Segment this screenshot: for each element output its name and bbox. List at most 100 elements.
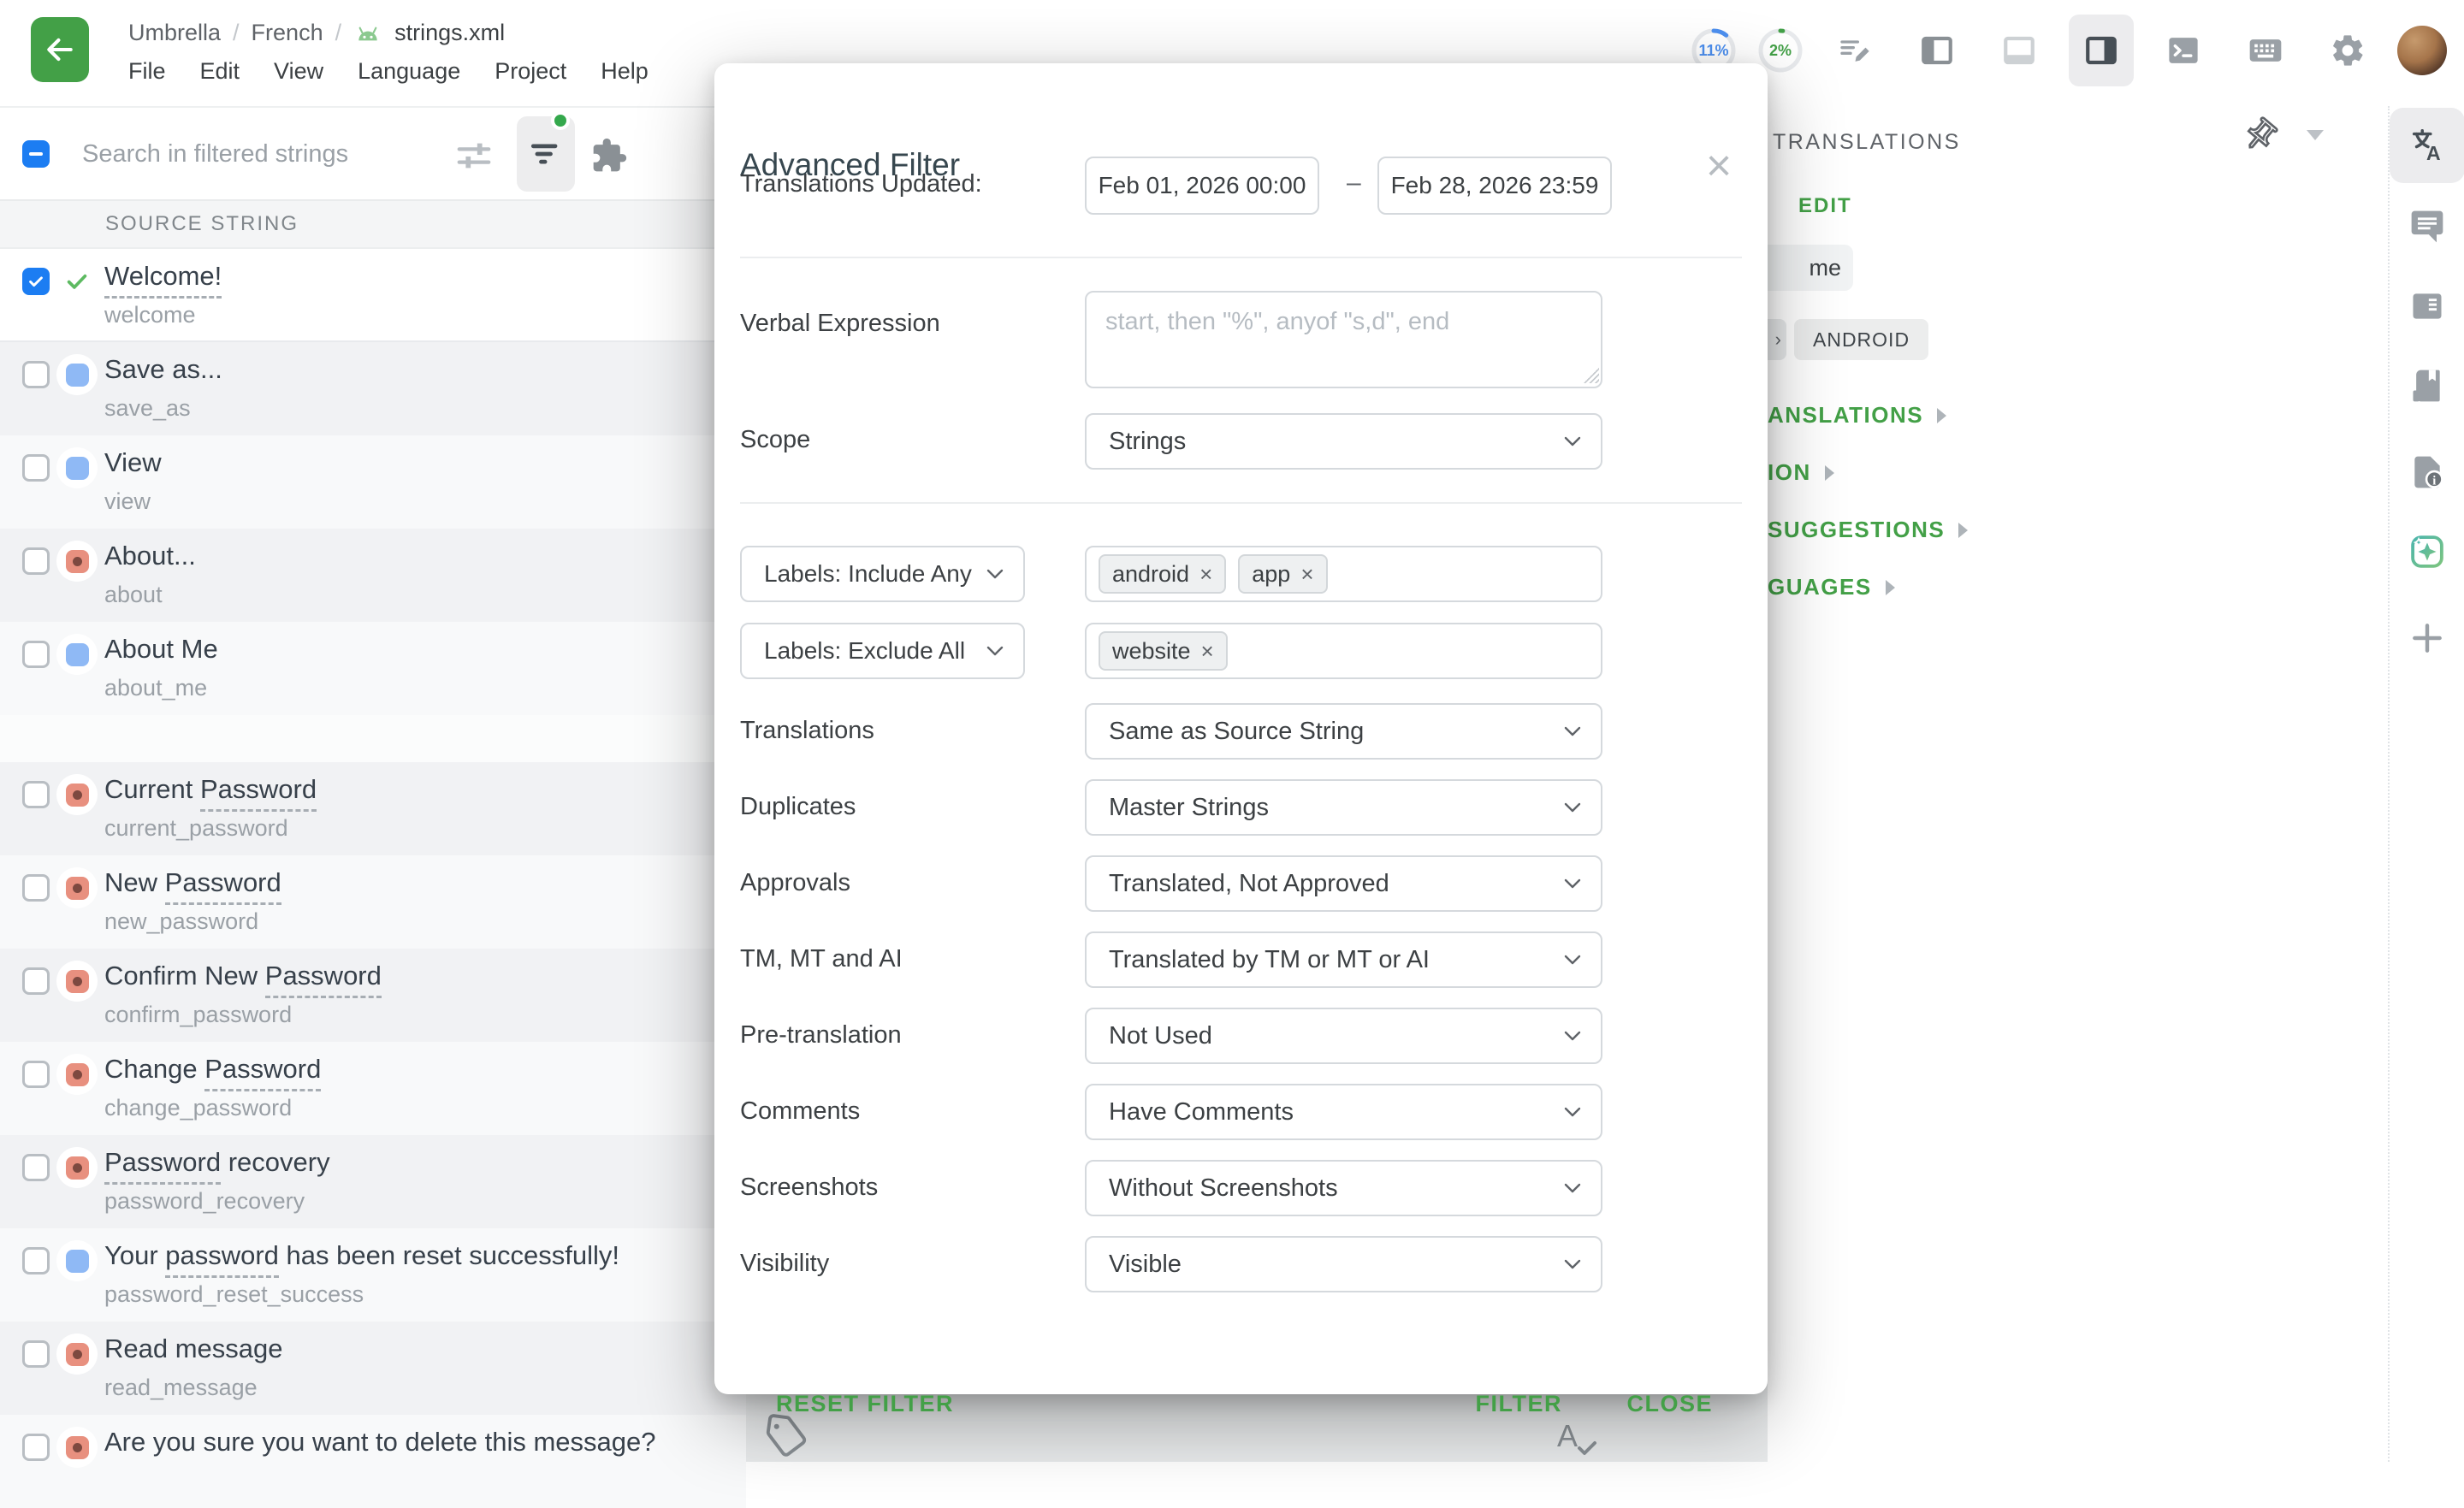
filter-select-screenshots[interactable]: Without Screenshots [1085, 1160, 1602, 1216]
layout-bottom-panel-icon[interactable] [1987, 15, 2052, 86]
journal-icon[interactable] [2390, 269, 2464, 344]
remove-tag-icon[interactable]: × [1199, 561, 1212, 588]
breadcrumb-language[interactable]: French [252, 20, 323, 46]
string-key: view [104, 488, 151, 515]
menu-item-project[interactable]: Project [495, 58, 566, 85]
list-item[interactable]: View view [0, 435, 746, 529]
row-checkbox[interactable] [22, 641, 50, 668]
remove-tag-icon[interactable]: × [1201, 638, 1214, 665]
list-item[interactable]: Read message read_message [0, 1322, 746, 1415]
panel-link-ion[interactable]: ION [1768, 444, 1968, 501]
pin-icon[interactable] [2240, 116, 2279, 156]
advanced-filter-dialog: Advanced Filter × Translations Updated: … [714, 63, 1768, 1394]
gear-icon[interactable] [2315, 15, 2380, 86]
labels-tag-field[interactable]: android×app× [1085, 546, 1602, 602]
row-checkbox[interactable] [22, 1247, 50, 1274]
menu-item-help[interactable]: Help [601, 58, 649, 85]
list-item[interactable]: Welcome! welcome [0, 249, 746, 342]
labels-mode-select[interactable]: Labels: Exclude All [740, 623, 1025, 679]
row-checkbox[interactable] [22, 268, 50, 295]
puzzle-icon[interactable] [582, 128, 637, 183]
plus-icon[interactable] [2390, 600, 2464, 676]
avatar[interactable] [2397, 26, 2447, 75]
labels-tag-field[interactable]: website× [1085, 623, 1602, 679]
keyboard-icon[interactable] [2233, 15, 2298, 86]
labels-mode-select[interactable]: Labels: Include Any [740, 546, 1025, 602]
layout-left-panel-icon[interactable] [1904, 15, 1969, 86]
verbal-expression-input[interactable] [1085, 291, 1602, 388]
filter-button[interactable]: FILTER [1476, 1391, 1562, 1417]
edit-link[interactable]: EDIT [1798, 194, 1852, 218]
ai-assist-icon[interactable] [2390, 514, 2464, 589]
select-all-checkbox[interactable] [22, 140, 50, 168]
row-checkbox[interactable] [22, 454, 50, 482]
translations-panel: TRANSLATIONS EDIT me › ANDROID ANSLATION… [1768, 0, 2388, 1462]
row-checkbox[interactable] [22, 1434, 50, 1461]
list-item[interactable]: About Me about_me [0, 622, 746, 715]
status-halo [56, 1334, 98, 1375]
row-checkbox[interactable] [22, 874, 50, 902]
terminal-icon[interactable] [2151, 15, 2216, 86]
android-icon [353, 22, 382, 43]
filter-select-tm-mt-and-ai[interactable]: Translated by TM or MT or AI [1085, 931, 1602, 988]
translate-icon[interactable]: A [2390, 108, 2464, 183]
select-value: Translated by TM or MT or AI [1109, 946, 1430, 974]
row-checkbox[interactable] [22, 361, 50, 388]
comment-icon[interactable] [2390, 189, 2464, 264]
filter-select-visibility[interactable]: Visible [1085, 1236, 1602, 1292]
list-item[interactable]: About... about [0, 529, 746, 622]
panel-link-anslations[interactable]: ANSLATIONS [1768, 387, 1968, 444]
search-input[interactable] [82, 127, 441, 181]
list-item[interactable]: New Password new_password [0, 855, 746, 949]
filter-select-translations[interactable]: Same as Source String [1085, 703, 1602, 760]
reset-filter-button[interactable]: RESET FILTER [776, 1391, 954, 1417]
glossary-book-icon[interactable] [2390, 348, 2464, 423]
list-item[interactable]: Password recovery password_recovery [0, 1135, 746, 1228]
list-item[interactable]: Save as... save_as [0, 342, 746, 435]
chevron-right-icon [1825, 465, 1834, 481]
menu-item-edit[interactable]: Edit [200, 58, 240, 85]
string-key: read_message [104, 1375, 258, 1401]
filter-select-approvals[interactable]: Translated, Not Approved [1085, 855, 1602, 912]
panel-link-guages[interactable]: GUAGES [1768, 559, 1968, 616]
close-button[interactable]: CLOSE [1626, 1391, 1713, 1417]
status-halo [56, 961, 98, 1002]
row-checkbox[interactable] [22, 781, 50, 808]
breadcrumb-project[interactable]: Umbrella [128, 20, 221, 46]
back-button[interactable] [31, 17, 89, 82]
select-value: Same as Source String [1109, 718, 1364, 746]
menu-item-file[interactable]: File [128, 58, 166, 85]
list-item[interactable]: Current Password current_password [0, 762, 746, 855]
status-halo [56, 447, 98, 488]
row-checkbox[interactable] [22, 1061, 50, 1088]
row-checkbox[interactable] [22, 1154, 50, 1181]
row-checkbox[interactable] [22, 967, 50, 995]
menu-item-view[interactable]: View [274, 58, 323, 85]
menu-item-language[interactable]: Language [358, 58, 460, 85]
source-string-text: About Me [104, 634, 218, 665]
filter-select-comments[interactable]: Have Comments [1085, 1084, 1602, 1140]
list-item[interactable]: Confirm New Password confirm_password [0, 949, 746, 1042]
remove-tag-icon[interactable]: × [1300, 561, 1313, 588]
list-item[interactable]: Change Password change_password [0, 1042, 746, 1135]
label-tag-website: website× [1099, 631, 1228, 671]
breadcrumb-file[interactable]: strings.xml [394, 20, 505, 46]
draft-edit-icon[interactable] [1822, 15, 1887, 86]
date-to-input[interactable]: Feb 28, 2026 23:59 [1377, 157, 1612, 215]
filter-label: Pre-translation [740, 1021, 902, 1050]
date-from-input[interactable]: Feb 01, 2026 00:00 [1085, 157, 1319, 215]
chevron-down-icon[interactable] [2307, 130, 2324, 140]
filter-select-duplicates[interactable]: Master Strings [1085, 779, 1602, 836]
tune-icon[interactable] [447, 128, 501, 183]
file-info-icon[interactable]: i [2390, 435, 2464, 510]
list-item[interactable]: Your password has been reset successfull… [0, 1228, 746, 1322]
row-checkbox[interactable] [22, 1340, 50, 1368]
resize-grip[interactable] [1584, 368, 1599, 383]
layout-right-panel-icon[interactable] [2069, 15, 2134, 86]
scope-select[interactable]: Strings [1085, 413, 1602, 470]
filter-select-pre-translation[interactable]: Not Used [1085, 1008, 1602, 1064]
chevron-down-icon [986, 645, 1004, 657]
panel-link-suggestions[interactable]: SUGGESTIONS [1768, 501, 1968, 559]
row-checkbox[interactable] [22, 547, 50, 575]
source-string-text: Current Password [104, 774, 317, 805]
